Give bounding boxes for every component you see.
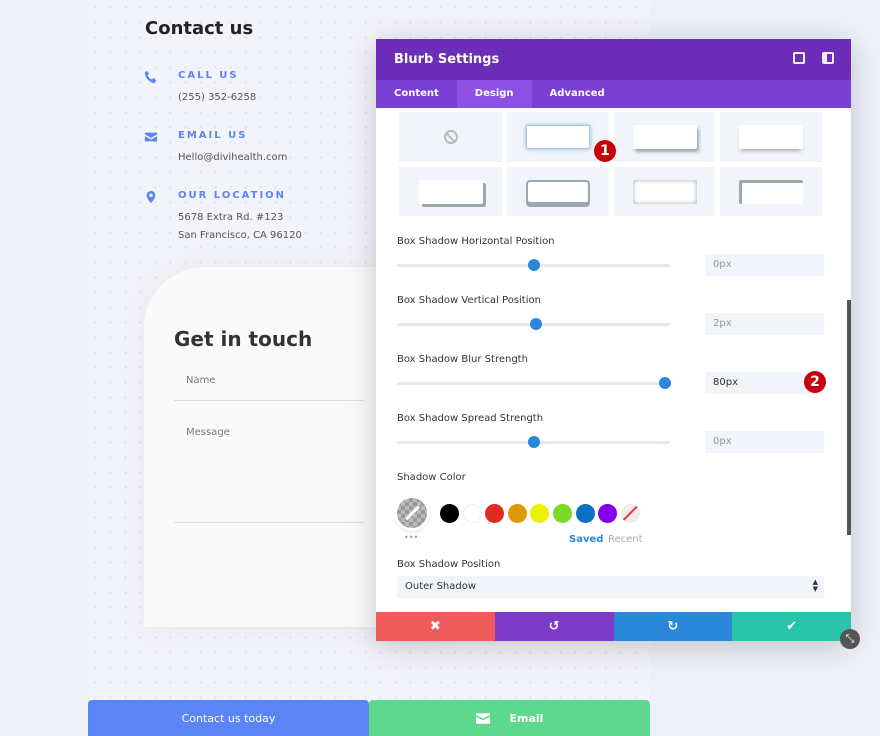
color-swatch[interactable]: [530, 504, 550, 523]
shadow-preset-2[interactable]: [614, 112, 715, 162]
cancel-button[interactable]: ✖: [376, 612, 495, 641]
blur-strength-label: Box Shadow Blur Strength: [397, 354, 528, 365]
tab-design[interactable]: Design: [456, 80, 532, 108]
position-select[interactable]: Outer Shadow ▲ ▼: [397, 576, 824, 598]
color-swatch[interactable]: [598, 504, 618, 523]
email-button-label: Email: [509, 711, 544, 725]
address-line-1: 5678 Extra Rd. #123: [178, 212, 284, 223]
phone-number: (255) 352-6258: [178, 92, 257, 103]
position-label: Box Shadow Position: [397, 559, 501, 570]
contact-us-today-button[interactable]: Contact us today: [88, 700, 369, 736]
sidebar-toggle-icon[interactable]: [822, 52, 834, 64]
step-badge-2: 2: [804, 371, 826, 393]
color-swatch[interactable]: [575, 504, 595, 523]
shadow-preset-7[interactable]: [720, 167, 822, 216]
contact-call-title: CALL US: [178, 70, 239, 81]
scrollbar[interactable]: [847, 300, 851, 535]
slider-knob[interactable]: [530, 318, 543, 330]
blurb-settings-modal: Blurb Settings Content Design Advanced 1…: [376, 39, 851, 641]
transparent-swatch[interactable]: [621, 504, 640, 523]
undo-button[interactable]: ↺: [494, 612, 614, 641]
slider-knob[interactable]: [527, 436, 540, 448]
shadow-color-label: Shadow Color: [397, 472, 466, 483]
check-icon: ✔: [786, 619, 798, 634]
position-value: Outer Shadow: [405, 581, 477, 592]
shadow-preset-none[interactable]: [399, 112, 502, 162]
save-button[interactable]: ✔: [732, 612, 851, 641]
close-icon: ✖: [429, 619, 441, 634]
contact-email-title: EMAIL US: [178, 130, 248, 141]
vertical-position-slider[interactable]: [397, 318, 670, 330]
envelope-icon: [144, 132, 158, 142]
blur-strength-slider[interactable]: [397, 377, 671, 389]
select-arrows-icon: ▲ ▼: [812, 578, 818, 593]
message-input[interactable]: Message: [174, 427, 364, 523]
contact-location-title: OUR LOCATION: [178, 190, 287, 201]
saved-tab[interactable]: Saved: [569, 534, 603, 545]
color-swatch[interactable]: [462, 504, 482, 523]
slider-knob[interactable]: [527, 259, 540, 271]
address-line-2: San Francisco, CA 96120: [178, 230, 302, 241]
eyedropper-icon: [405, 505, 420, 521]
phone-icon: [144, 70, 157, 84]
redo-button[interactable]: ↻: [613, 612, 733, 641]
color-picker-button[interactable]: [397, 498, 427, 528]
color-swatch[interactable]: [553, 504, 572, 523]
fullscreen-icon[interactable]: [793, 52, 805, 64]
form-title: Get in touch: [174, 327, 313, 351]
undo-icon: ↺: [548, 619, 560, 634]
color-swatch[interactable]: [440, 504, 459, 523]
redo-icon: ↻: [667, 619, 679, 634]
step-badge-1: 1: [594, 140, 616, 162]
horizontal-position-slider[interactable]: [397, 259, 670, 271]
email-button[interactable]: Email: [369, 700, 650, 736]
spread-strength-slider[interactable]: [397, 436, 670, 448]
no-shadow-icon: [444, 130, 458, 144]
modal-header: Blurb Settings: [376, 39, 851, 80]
recent-tab[interactable]: Recent: [608, 534, 643, 545]
tab-advanced[interactable]: Advanced: [532, 80, 623, 108]
map-pin-icon: [146, 190, 156, 204]
modal-title: Blurb Settings: [394, 52, 500, 67]
tab-content[interactable]: Content: [376, 80, 457, 108]
resize-handle[interactable]: ⤡: [840, 629, 860, 649]
spread-strength-input[interactable]: 0px: [705, 431, 824, 453]
color-swatch[interactable]: [485, 504, 505, 523]
slider-knob[interactable]: [658, 377, 671, 389]
envelope-icon: [475, 712, 490, 724]
color-swatch[interactable]: [507, 504, 527, 523]
name-input[interactable]: Name: [174, 375, 364, 401]
horizontal-position-label: Box Shadow Horizontal Position: [397, 236, 555, 247]
more-options[interactable]: •••: [404, 533, 418, 542]
horizontal-position-input[interactable]: 0px: [705, 254, 824, 276]
shadow-preset-3[interactable]: [720, 112, 822, 162]
shadow-preset-4[interactable]: [399, 167, 502, 216]
modal-footer: ✖ ↺ ↻ ✔: [376, 612, 851, 641]
contact-heading: Contact us: [145, 18, 254, 39]
email-address: Hello@divihealth.com: [178, 152, 288, 163]
modal-tabs: Content Design Advanced: [376, 80, 851, 108]
shadow-preset-5[interactable]: [507, 167, 609, 216]
shadow-preset-6[interactable]: [614, 167, 715, 216]
vertical-position-input[interactable]: 2px: [705, 313, 824, 335]
vertical-position-label: Box Shadow Vertical Position: [397, 295, 541, 306]
spread-strength-label: Box Shadow Spread Strength: [397, 413, 544, 424]
